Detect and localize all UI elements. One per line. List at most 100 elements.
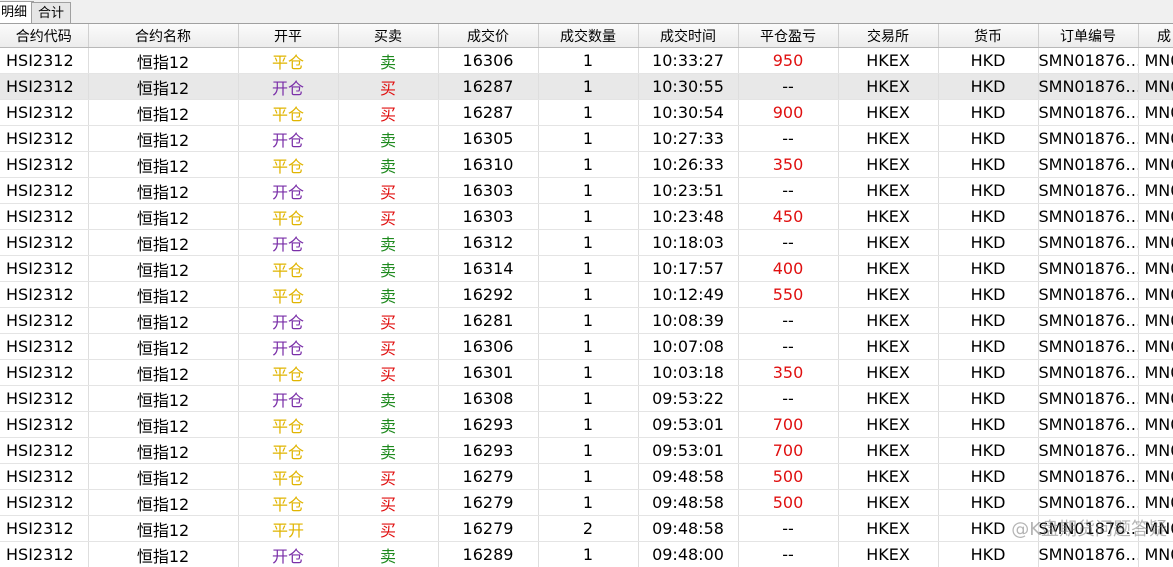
tab-summary[interactable]: 合计 bbox=[31, 2, 72, 23]
col-qty-header[interactable]: 成交数量 bbox=[538, 24, 639, 48]
col-time-cell: 09:48:58 bbox=[638, 489, 739, 516]
col-order-id-cell: SMN01876… bbox=[1038, 47, 1139, 74]
col-open-close-cell: 平仓 bbox=[238, 47, 339, 74]
col-currency-header[interactable]: 货币 bbox=[938, 24, 1039, 48]
col-open-close-cell: 平开 bbox=[238, 515, 339, 542]
col-side-cell: 卖 bbox=[338, 151, 439, 178]
col-exchange-header[interactable]: 交易所 bbox=[838, 24, 939, 48]
col-more-cell: MN0 bbox=[1138, 47, 1173, 74]
col-order-id-cell: SMN01876… bbox=[1038, 515, 1139, 542]
col-side-header[interactable]: 买卖 bbox=[338, 24, 439, 48]
table-row[interactable]: HSI2312 恒指12 平仓卖 16306 1 10:33:27 950 HKEX HKD SM… bbox=[0, 47, 1173, 74]
col-pnl-cell: -- bbox=[738, 385, 839, 412]
col-currency-cell: HKD bbox=[938, 515, 1039, 542]
table-row[interactable]: HSI2312 恒指12 平仓卖 16293 1 09:53:01 700 HKEX HKD SM… bbox=[0, 411, 1173, 438]
col-time-cell: 10:30:55 bbox=[638, 73, 739, 100]
col-contract-name-cell: 恒指12 bbox=[88, 385, 239, 412]
col-price-cell: 16279 bbox=[438, 515, 539, 542]
col-time-cell: 10:03:18 bbox=[638, 359, 739, 386]
col-open-close-header[interactable]: 开平 bbox=[238, 24, 339, 48]
col-side-cell: 买 bbox=[338, 359, 439, 386]
col-contract-name-header[interactable]: 合约名称 bbox=[88, 24, 239, 48]
col-order-id-cell: SMN01876… bbox=[1038, 73, 1139, 100]
table-row[interactable]: HSI2312 恒指12 开仓卖 16305 1 10:27:33 -- HKEX HKD SMN… bbox=[0, 125, 1173, 152]
col-price-cell: 16303 bbox=[438, 203, 539, 230]
col-price-cell: 16306 bbox=[438, 47, 539, 74]
col-contract-code-header[interactable]: 合约代码 bbox=[0, 24, 89, 48]
col-open-close-cell: 开仓 bbox=[238, 73, 339, 100]
col-currency-cell: HKD bbox=[938, 463, 1039, 490]
col-pnl-header[interactable]: 平仓盈亏 bbox=[738, 24, 839, 48]
col-qty-cell: 1 bbox=[538, 177, 639, 204]
col-exchange-cell: HKEX bbox=[838, 151, 939, 178]
table-row[interactable]: HSI2312 恒指12 开仓卖 16289 1 09:48:00 -- HKEX HKD SMN… bbox=[0, 541, 1173, 567]
col-exchange-cell: HKEX bbox=[838, 99, 939, 126]
col-exchange-cell: HKEX bbox=[838, 125, 939, 152]
tab-bar: 明细 合计 bbox=[0, 0, 1173, 24]
table-row[interactable]: HSI2312 恒指12 开仓买 16306 1 10:07:08 -- HKEX HKD SMN… bbox=[0, 333, 1173, 360]
table-row[interactable]: HSI2312 恒指12 平仓卖 16293 1 09:53:01 700 HKEX HKD SM… bbox=[0, 437, 1173, 464]
col-contract-name-cell: 恒指12 bbox=[88, 125, 239, 152]
table-row[interactable]: HSI2312 恒指12 开仓买 16281 1 10:08:39 -- HKEX HKD SMN… bbox=[0, 307, 1173, 334]
col-time-header[interactable]: 成交时间 bbox=[638, 24, 739, 48]
col-contract-code-cell: HSI2312 bbox=[0, 99, 89, 126]
table-row[interactable]: HSI2312 恒指12 平仓买 16303 1 10:23:48 450 HKEX HKD SM… bbox=[0, 203, 1173, 230]
col-currency-cell: HKD bbox=[938, 99, 1039, 126]
table-row[interactable]: HSI2312 恒指12 平仓卖 16314 1 10:17:57 400 HKEX HKD SM… bbox=[0, 255, 1173, 282]
col-open-close-cell: 平仓 bbox=[238, 255, 339, 282]
col-qty-cell: 1 bbox=[538, 385, 639, 412]
col-exchange-cell: HKEX bbox=[838, 385, 939, 412]
col-more-cell: MN0 bbox=[1138, 437, 1173, 464]
col-contract-code-cell: HSI2312 bbox=[0, 177, 89, 204]
table-row[interactable]: HSI2312 恒指12 平仓买 16287 1 10:30:54 900 HKEX HKD SM… bbox=[0, 99, 1173, 126]
col-more-cell: MN0 bbox=[1138, 151, 1173, 178]
col-more-cell: MN0 bbox=[1138, 515, 1173, 542]
col-pnl-cell: 350 bbox=[738, 359, 839, 386]
col-more-header[interactable]: 成 bbox=[1138, 24, 1173, 48]
col-side-cell: 买 bbox=[338, 177, 439, 204]
col-order-id-cell: SMN01876… bbox=[1038, 385, 1139, 412]
col-open-close-cell: 平仓 bbox=[238, 489, 339, 516]
col-pnl-cell: 400 bbox=[738, 255, 839, 282]
col-order-id-cell: SMN01876… bbox=[1038, 177, 1139, 204]
col-exchange-cell: HKEX bbox=[838, 515, 939, 542]
table-row[interactable]: HSI2312 恒指12 开仓买 16287 1 10:30:55 -- HKEX HKD SMN… bbox=[0, 73, 1173, 100]
table-row[interactable]: HSI2312 恒指12 平仓买 16279 1 09:48:58 500 HKEX HKD SM… bbox=[0, 489, 1173, 516]
col-price-cell: 16310 bbox=[438, 151, 539, 178]
col-open-close-cell: 平仓 bbox=[238, 99, 339, 126]
col-currency-cell: HKD bbox=[938, 489, 1039, 516]
col-time-cell: 09:53:01 bbox=[638, 437, 739, 464]
col-order-id-header[interactable]: 订单编号 bbox=[1038, 24, 1139, 48]
tab-detail[interactable]: 明细 bbox=[0, 1, 35, 23]
col-side-cell: 买 bbox=[338, 333, 439, 360]
col-qty-cell: 1 bbox=[538, 73, 639, 100]
col-order-id-cell: SMN01876… bbox=[1038, 489, 1139, 516]
col-time-cell: 10:07:08 bbox=[638, 333, 739, 360]
col-pnl-cell: -- bbox=[738, 541, 839, 567]
table-row[interactable]: HSI2312 恒指12 开仓买 16303 1 10:23:51 -- HKEX HKD SMN… bbox=[0, 177, 1173, 204]
col-time-cell: 10:30:54 bbox=[638, 99, 739, 126]
table-row[interactable]: HSI2312 恒指12 开仓卖 16312 1 10:18:03 -- HKEX HKD SMN… bbox=[0, 229, 1173, 256]
trade-table-container[interactable]: 合约代码 合约名称 开平 买卖 成交价 成交数量 成交时间 平仓盈亏 交易所 货币 订单编号成 HS… bbox=[0, 24, 1173, 567]
col-more-cell: MN0 bbox=[1138, 463, 1173, 490]
col-more-cell: MN0 bbox=[1138, 73, 1173, 100]
col-open-close-cell: 平仓 bbox=[238, 411, 339, 438]
col-price-cell: 16314 bbox=[438, 255, 539, 282]
col-contract-code-cell: HSI2312 bbox=[0, 229, 89, 256]
col-qty-cell: 1 bbox=[538, 437, 639, 464]
col-currency-cell: HKD bbox=[938, 73, 1039, 100]
col-side-cell: 卖 bbox=[338, 281, 439, 308]
col-price-header[interactable]: 成交价 bbox=[438, 24, 539, 48]
table-row[interactable]: HSI2312 恒指12 平仓卖 16310 1 10:26:33 350 HKEX HKD SM… bbox=[0, 151, 1173, 178]
col-qty-cell: 1 bbox=[538, 307, 639, 334]
table-row[interactable]: HSI2312 恒指12 平开买 16279 2 09:48:58 -- HKEX HKD SMN… bbox=[0, 515, 1173, 542]
table-row[interactable]: HSI2312 恒指12 开仓卖 16308 1 09:53:22 -- HKEX HKD SMN… bbox=[0, 385, 1173, 412]
col-more-cell: MN0 bbox=[1138, 203, 1173, 230]
table-row[interactable]: HSI2312 恒指12 平仓买 16301 1 10:03:18 350 HKEX HKD SM… bbox=[0, 359, 1173, 386]
col-order-id-cell: SMN01876… bbox=[1038, 411, 1139, 438]
col-currency-cell: HKD bbox=[938, 307, 1039, 334]
table-row[interactable]: HSI2312 恒指12 平仓买 16279 1 09:48:58 500 HKEX HKD SM… bbox=[0, 463, 1173, 490]
col-price-cell: 16303 bbox=[438, 177, 539, 204]
table-row[interactable]: HSI2312 恒指12 平仓卖 16292 1 10:12:49 550 HKEX HKD SM… bbox=[0, 281, 1173, 308]
col-side-cell: 买 bbox=[338, 203, 439, 230]
